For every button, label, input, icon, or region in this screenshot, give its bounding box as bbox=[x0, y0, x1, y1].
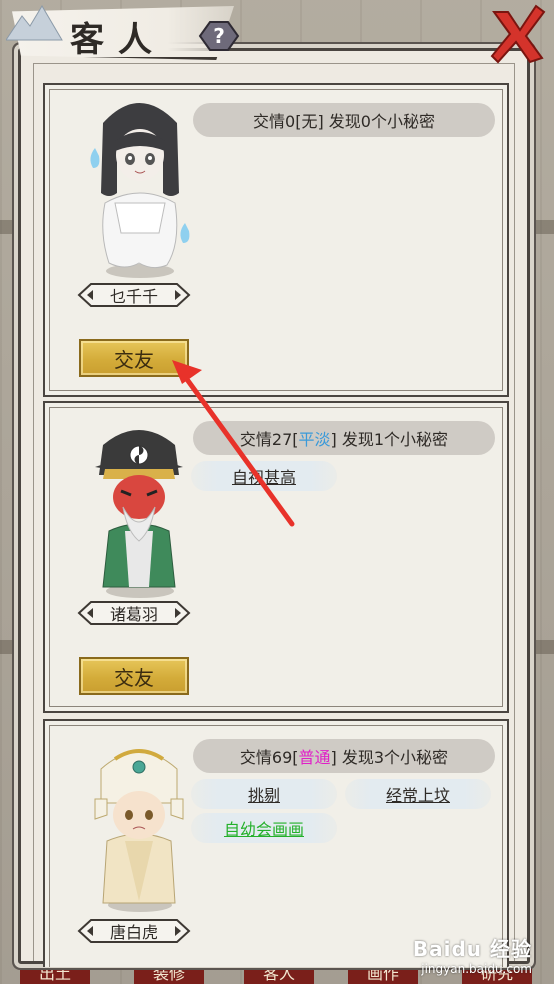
guests-panel: 乜千千 交情0[无] 发现0个小秘密 交友 诸葛羽 交情27[平淡] 发现… bbox=[18, 48, 530, 967]
info-suffix: ] 发现1个小秘密 bbox=[330, 430, 449, 449]
make-friend-button[interactable]: 交友 bbox=[79, 657, 189, 695]
watermark: Baidu 经验 jingyan.baidu.com bbox=[413, 933, 532, 976]
guest-name: 乜千千 bbox=[109, 287, 158, 306]
info-prefix: 交情0[ bbox=[253, 112, 302, 131]
help-button[interactable]: ? bbox=[196, 18, 242, 54]
trait-tag[interactable]: 挑剔 bbox=[191, 779, 337, 809]
guest-name-plate: 唐白虎 bbox=[77, 917, 191, 945]
close-button[interactable] bbox=[488, 2, 548, 64]
friendship-level: 平淡 bbox=[298, 430, 331, 449]
info-prefix: 交情69[ bbox=[239, 748, 299, 767]
guest-name: 诸葛羽 bbox=[109, 605, 158, 624]
friendship-level: 无 bbox=[301, 112, 318, 131]
info-suffix: ] 发现3个小秘密 bbox=[330, 748, 449, 767]
title-banner: 客人 ? bbox=[0, 0, 250, 64]
svg-text:?: ? bbox=[213, 24, 225, 48]
guest-avatar-ghost[interactable] bbox=[75, 93, 195, 278]
guest-friendship-info: 交情69[普通] 发现3个小秘密 bbox=[193, 739, 495, 773]
question-icon: ? bbox=[198, 21, 240, 51]
guest-card: 唐白虎 交情69[普通] 发现3个小秘密 挑剔 经常上坟 自幼会画画 bbox=[43, 719, 509, 967]
guest-card: 诸葛羽 交情27[平淡] 发现1个小秘密 自视甚高 交友 bbox=[43, 401, 509, 713]
watermark-url: jingyan.baidu.com bbox=[421, 962, 532, 976]
guest-friendship-info: 交情27[平淡] 发现1个小秘密 bbox=[193, 421, 495, 455]
info-suffix: ] 发现0个小秘密 bbox=[317, 112, 435, 131]
trait-tag[interactable]: 自视甚高 bbox=[191, 461, 337, 491]
guest-friendship-info: 交情0[无] 发现0个小秘密 bbox=[193, 103, 495, 137]
guest-name-plate: 诸葛羽 bbox=[77, 599, 191, 627]
guest-avatar-scholar[interactable] bbox=[75, 729, 195, 912]
guest-avatar-general[interactable] bbox=[75, 411, 195, 598]
trait-tag[interactable]: 自幼会画画 bbox=[191, 813, 337, 843]
guest-name: 唐白虎 bbox=[109, 923, 158, 942]
guest-name-plate: 乜千千 bbox=[77, 281, 191, 309]
friendship-level: 普通 bbox=[298, 748, 331, 767]
page-title: 客人 bbox=[70, 20, 166, 60]
mountain-decoration-icon bbox=[6, 5, 63, 41]
trait-tag[interactable]: 经常上坟 bbox=[345, 779, 491, 809]
watermark-brand: Baidu 经验 bbox=[412, 937, 532, 961]
guest-card: 乜千千 交情0[无] 发现0个小秘密 交友 bbox=[43, 83, 509, 397]
guest-list[interactable]: 乜千千 交情0[无] 发现0个小秘密 交友 诸葛羽 交情27[平淡] 发现… bbox=[43, 77, 509, 967]
make-friend-button[interactable]: 交友 bbox=[79, 339, 189, 377]
close-x-icon bbox=[490, 4, 546, 64]
info-prefix: 交情27[ bbox=[239, 430, 299, 449]
